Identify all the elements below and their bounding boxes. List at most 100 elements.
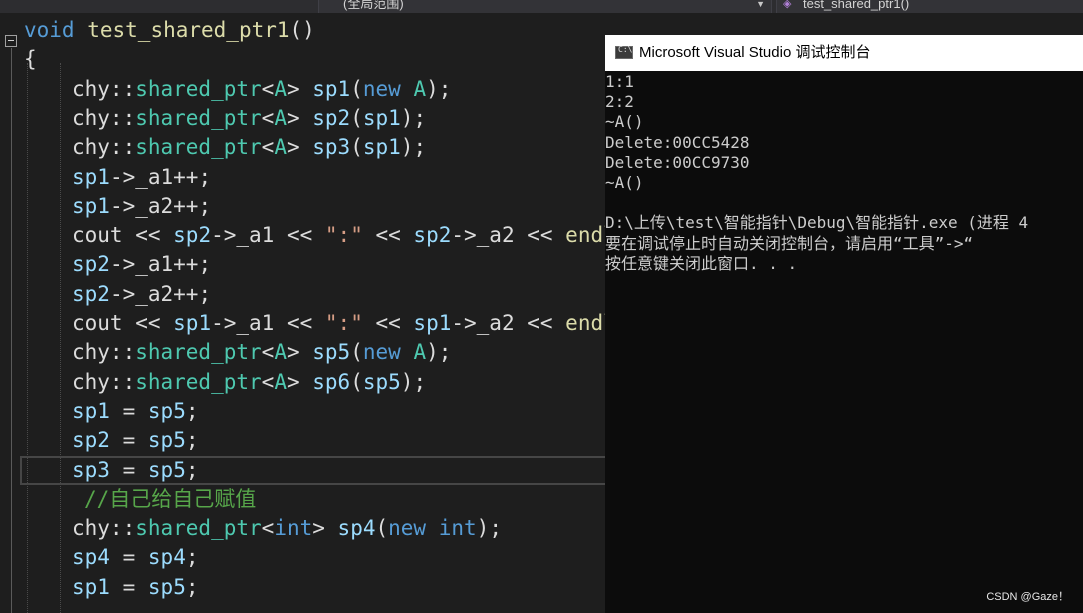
- watermark: CSDN @Gaze！: [986, 591, 1069, 603]
- code-token: shared_ptr: [135, 105, 262, 130]
- code-editor[interactable]: void test_shared_ptr1(){chy::shared_ptr<…: [0, 13, 605, 613]
- code-token: sp4: [147, 545, 186, 570]
- code-token: ->: [211, 311, 237, 335]
- code-token: _a1++;: [135, 252, 212, 277]
- console-line: 2:2: [605, 92, 634, 112]
- code-line: chy::shared_ptr<int> sp4(new int);: [72, 514, 502, 543]
- code-token: =: [122, 574, 136, 599]
- code-token: int: [274, 516, 313, 541]
- code-token: sp2: [72, 281, 110, 306]
- code-line: sp2->_a2++;: [72, 280, 211, 309]
- console-line: 按任意键关闭此窗口. . .: [605, 253, 798, 273]
- code-token: chy::: [72, 369, 136, 394]
- code-token: );: [426, 340, 452, 365]
- function-dropdown-label: test_shared_ptr1(): [803, 0, 910, 11]
- code-line: cout << sp2->_a1 << ":" << sp2->_a2 << e…: [72, 221, 605, 250]
- code-line: cout << sp1->_a1 << ":" << sp1->_a2 << e…: [72, 309, 605, 338]
- code-token: sp2: [72, 252, 110, 277]
- console-line: 要在调试停止时自动关闭控制台，请启用“工具”->“: [605, 233, 974, 253]
- console-title-bar[interactable]: C:\ Microsoft Visual Studio 调试控制台: [605, 35, 1083, 71]
- code-token: sp1: [72, 193, 110, 218]
- function-dropdown[interactable]: ◈ test_shared_ptr1(): [776, 0, 1083, 13]
- code-token: shared_ptr: [135, 135, 262, 160]
- code-token: sp1: [312, 76, 351, 101]
- code-token: sp5: [147, 457, 186, 482]
- code-token: <<: [362, 223, 414, 248]
- console-app-icon-text: C:\: [618, 45, 633, 54]
- code-token: <: [261, 105, 275, 130]
- code-token: sp4: [337, 516, 376, 541]
- code-token: chy::: [72, 76, 136, 101]
- indent-guide: [60, 63, 61, 613]
- code-token: =: [122, 398, 136, 423]
- code-token: );: [400, 105, 427, 130]
- code-token: endl: [565, 223, 605, 248]
- code-token: A: [274, 135, 287, 160]
- debug-console-window[interactable]: C:\ Microsoft Visual Studio 调试控制台 1:1 2:2…: [605, 35, 1083, 613]
- code-token: sp1: [173, 311, 212, 335]
- code-token: >: [286, 105, 313, 130]
- code-line: void test_shared_ptr1(): [24, 16, 315, 45]
- code-token: (: [350, 76, 363, 101]
- code-token: test_shared_ptr1: [87, 18, 290, 42]
- code-token: =: [122, 545, 136, 570]
- collapse-toggle-icon[interactable]: [5, 35, 17, 47]
- code-token: >: [286, 369, 313, 394]
- code-token: sp5: [147, 428, 186, 453]
- code-token: sp1: [362, 135, 401, 160]
- code-token: ->: [109, 164, 136, 189]
- code-token: sp2: [72, 428, 110, 453]
- code-token: >: [286, 135, 313, 160]
- code-token: ->: [109, 252, 136, 277]
- code-line: sp2 = sp5;: [72, 426, 199, 455]
- code-token: sp1: [72, 164, 110, 189]
- code-token: A: [274, 76, 287, 101]
- code-token: );: [426, 76, 452, 101]
- code-token: ;: [185, 428, 199, 453]
- code-token: new: [362, 340, 401, 365]
- code-token: shared_ptr: [135, 516, 262, 541]
- code-token: int: [438, 516, 477, 541]
- code-token: <: [261, 76, 275, 101]
- scope-dropdown[interactable]: (全局范围) ▼: [318, 0, 772, 13]
- code-token: sp5: [147, 574, 186, 599]
- code-line: sp3 = sp5;: [72, 456, 199, 485]
- code-token: <: [261, 135, 275, 160]
- code-token: new: [388, 516, 427, 541]
- method-icon: ◈: [783, 0, 792, 10]
- code-token: <<: [286, 311, 325, 335]
- code-line: //自己给自己赋值: [84, 485, 256, 514]
- code-token: <<: [135, 223, 174, 248]
- code-token: (: [350, 135, 363, 160]
- console-line: ~A(): [605, 112, 644, 132]
- code-token: chy::: [72, 105, 136, 130]
- code-token: ->: [451, 223, 477, 248]
- chevron-down-icon: ▼: [756, 0, 765, 9]
- code-token: sp5: [147, 398, 186, 423]
- code-token: new: [362, 76, 401, 101]
- code-token: sp1: [72, 398, 110, 423]
- code-token: sp1: [413, 311, 452, 335]
- code-token: sp4: [72, 545, 110, 570]
- code-line: sp1 = sp5;: [72, 397, 199, 426]
- code-token: ->: [109, 281, 136, 306]
- code-token: (: [350, 369, 363, 394]
- code-token: =: [122, 428, 136, 453]
- console-line: Delete:00CC5428: [605, 132, 750, 152]
- code-line: {: [24, 45, 37, 74]
- console-title: Microsoft Visual Studio 调试控制台: [639, 44, 871, 61]
- code-token: chy::: [72, 516, 136, 541]
- indent-guide: [27, 63, 28, 613]
- code-token: sp2: [312, 105, 351, 130]
- console-line: ~A(): [605, 173, 644, 192]
- code-token: chy::: [72, 340, 136, 365]
- code-token: chy::: [72, 135, 136, 160]
- code-token: A: [274, 340, 287, 365]
